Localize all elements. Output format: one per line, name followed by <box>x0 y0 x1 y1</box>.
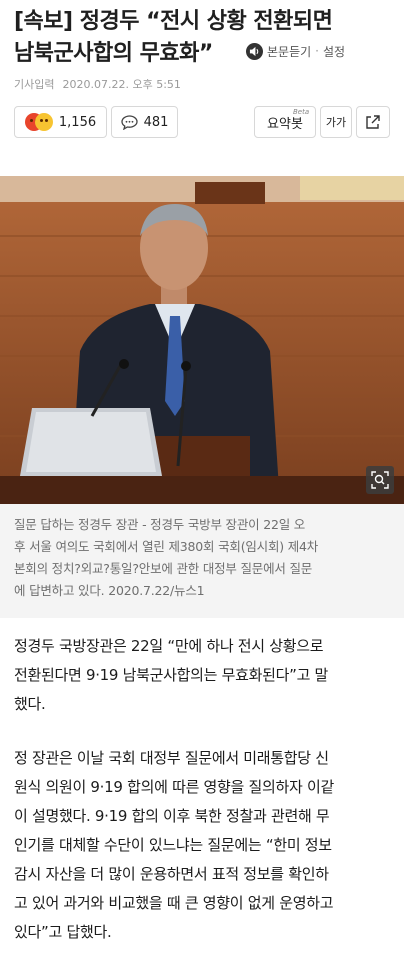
paragraph-line: 있다”고 답했다. <box>14 923 112 941</box>
caption-line: 에 답변하고 있다. 2020.7.22/뉴스1 <box>14 583 205 598</box>
paragraph-line: 원식 의원이 9·19 합의에 따른 영향을 질의하자 이같 <box>14 778 334 796</box>
font-size-label: 가가 <box>325 116 347 129</box>
paragraph-line: 전환된다면 9·19 남북군사합의는 무효화된다”고 말 <box>14 666 329 684</box>
article-headline: [속보] 정경두 “전시 상황 전환되면 남북군사합의 무효화” <box>14 6 396 70</box>
meta-date: 2020.07.22. 오후 5:51 <box>62 78 181 91</box>
paragraph-line: 정 장관은 이날 국회 대정부 질문에서 미래통합당 신 <box>14 749 329 767</box>
minister-photo-illustration <box>0 176 404 504</box>
speaker-icon[interactable] <box>246 42 263 60</box>
zoom-image-button[interactable] <box>366 466 394 494</box>
photo-caption: 질문 답하는 정경두 장관 - 정경두 국방부 장관이 22일 오 후 서울 여… <box>14 514 394 602</box>
laugh-emoji-icon <box>34 113 53 131</box>
paragraph-line: 고 있어 과거와 비교했을 때 큰 영향이 없게 운영하고 <box>14 894 334 912</box>
article-paragraph-2: 정 장관은 이날 국회 대정부 질문에서 미래통합당 신 원식 의원이 9·19… <box>14 744 396 947</box>
article-photo <box>0 176 404 504</box>
paragraph-line: 인기를 대체할 수단이 있느냐는 질문에는 “한미 정보 <box>14 836 332 854</box>
paragraph-line: 이 설명했다. 9·19 합의 이후 북한 정찰과 관련해 무 <box>14 807 330 825</box>
zoom-icon <box>371 471 389 489</box>
paragraph-line: 했다. <box>14 695 46 713</box>
caption-line: 후 서울 여의도 국회에서 열린 제380회 국회(임시회) 제4차 <box>14 539 319 554</box>
caption-line: 본회의 정치?외교?통일?안보에 관한 대정부 질문에서 질문 <box>14 561 313 576</box>
article-paragraph-1: 정경두 국방장관은 22일 “만에 하나 전시 상황으로 전환된다면 9·19 … <box>14 632 396 719</box>
headline-line-2: 남북군사합의 무효화” <box>14 41 213 66</box>
reaction-count: 1,156 <box>58 114 97 130</box>
listen-button[interactable]: 본문듣기 <box>267 43 311 60</box>
comment-button[interactable]: 481 <box>111 106 178 138</box>
settings-link[interactable]: 설정 <box>323 43 345 60</box>
article-meta: 기사입력 2020.07.22. 오후 5:51 <box>14 76 189 92</box>
paragraph-line: 정경두 국방장관은 22일 “만에 하나 전시 상황으로 <box>14 637 324 655</box>
beta-badge: Beta <box>293 108 310 116</box>
share-icon <box>366 115 380 129</box>
listen-settings-bar: 본문듣기 · 설정 <box>246 42 345 60</box>
headline-line-1: [속보] 정경두 “전시 상황 전환되면 <box>14 9 333 34</box>
share-button[interactable] <box>356 106 390 138</box>
paragraph-line: 감시 자산을 더 많이 운용하면서 표적 정보를 확인하 <box>14 865 329 883</box>
comment-icon <box>120 114 138 130</box>
meta-label: 기사입력 <box>14 78 55 91</box>
comment-count: 481 <box>143 114 169 130</box>
font-size-button[interactable]: 가가 <box>320 106 352 138</box>
caption-line: 질문 답하는 정경두 장관 - 정경두 국방부 장관이 22일 오 <box>14 517 306 532</box>
reaction-button[interactable]: 1,156 <box>14 106 107 138</box>
reaction-emojis <box>24 113 53 131</box>
separator-dot: · <box>315 44 319 58</box>
